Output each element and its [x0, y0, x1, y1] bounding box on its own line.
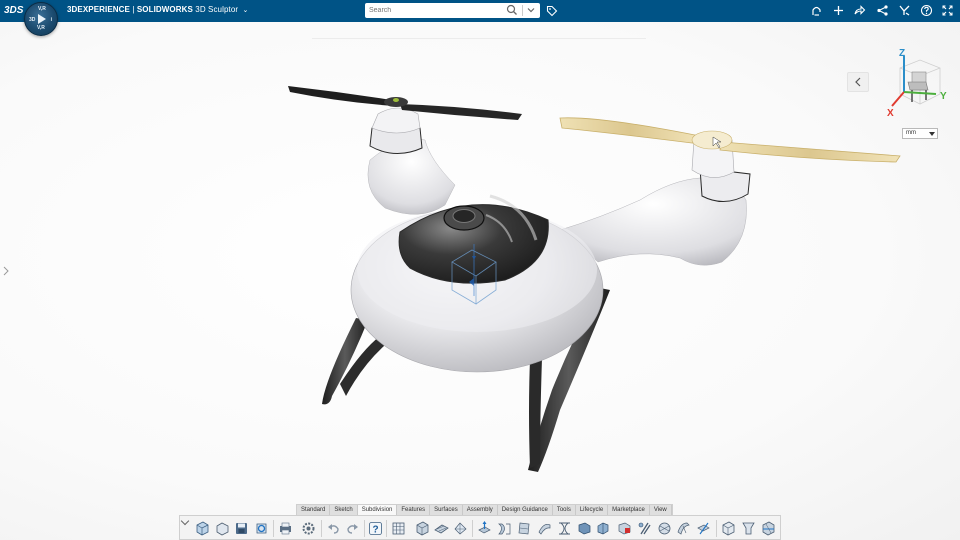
- tab-subdivision[interactable]: Subdivision: [357, 505, 398, 515]
- z-axis-label: Z: [899, 48, 905, 59]
- insert-edge-icon[interactable]: [556, 520, 573, 537]
- compass-top-label: V,R: [38, 6, 46, 12]
- refresh-icon[interactable]: [253, 520, 270, 537]
- compass-bottom-label: V,R: [37, 25, 45, 31]
- x-axis: [891, 91, 905, 107]
- toolbar-separator: [386, 520, 387, 537]
- redo-icon[interactable]: [344, 520, 361, 537]
- section-view-icon[interactable]: [760, 520, 777, 537]
- tab-view[interactable]: View: [650, 505, 672, 515]
- right-arm[interactable]: [559, 131, 751, 266]
- freeze-icon[interactable]: [675, 520, 692, 537]
- symmetry-icon[interactable]: [616, 520, 633, 537]
- tab-assembly[interactable]: Assembly: [463, 505, 498, 515]
- tab-tools[interactable]: Tools: [553, 505, 576, 515]
- toolbar-separator: [716, 520, 717, 537]
- left-arm[interactable]: [367, 107, 456, 215]
- toolbar-separator: [273, 520, 274, 537]
- help-icon[interactable]: ?: [367, 520, 384, 537]
- print-icon[interactable]: [277, 520, 294, 537]
- tab-sketch[interactable]: Sketch: [330, 505, 358, 515]
- tab-lifecycle[interactable]: Lifecycle: [576, 505, 609, 515]
- sphere-primitive-icon[interactable]: [452, 520, 469, 537]
- y-axis-label: Y: [940, 91, 947, 102]
- merge-icon[interactable]: [595, 520, 612, 537]
- svg-text:?: ?: [373, 525, 379, 536]
- split-face-icon[interactable]: [576, 520, 593, 537]
- chevron-left-icon: [855, 77, 861, 87]
- extrude-icon[interactable]: [476, 520, 493, 537]
- compass-left-label: 3D: [29, 17, 36, 23]
- open-icon[interactable]: [214, 520, 231, 537]
- compass-widget[interactable]: V,R 3D i V,R: [24, 2, 58, 36]
- x-axis-label: X: [887, 108, 894, 119]
- settings-icon[interactable]: [300, 520, 317, 537]
- tab-surfaces[interactable]: Surfaces: [430, 505, 463, 515]
- box-primitive-icon[interactable]: [414, 520, 431, 537]
- transform-icon[interactable]: [695, 520, 712, 537]
- toolbar-separator: [321, 520, 322, 537]
- chevron-right-icon[interactable]: [2, 266, 10, 276]
- collapse-panel-button[interactable]: [847, 72, 869, 92]
- toolbar-separator: [364, 520, 365, 537]
- crease-icon[interactable]: [536, 520, 553, 537]
- grid-icon[interactable]: [390, 520, 407, 537]
- drone-body[interactable]: [350, 194, 604, 373]
- toolbar-separator: [472, 520, 473, 537]
- drone-model[interactable]: [0, 0, 960, 540]
- action-bar-tabs: Standard Sketch Subdivision Features Sur…: [296, 504, 673, 515]
- save-icon[interactable]: [233, 520, 250, 537]
- y-axis: [903, 91, 937, 95]
- tab-features[interactable]: Features: [397, 505, 431, 515]
- view-cube[interactable]: Z X Y: [882, 46, 952, 120]
- plane-primitive-icon[interactable]: [433, 520, 450, 537]
- tab-standard[interactable]: Standard: [297, 505, 331, 515]
- play-icon[interactable]: [38, 14, 46, 24]
- chevron-down-icon[interactable]: [180, 516, 190, 526]
- tab-design-guidance[interactable]: Design Guidance: [498, 505, 553, 515]
- dropdown-arrow-icon: [929, 132, 935, 136]
- compass-right-label: i: [50, 17, 52, 23]
- action-bar: ?: [179, 515, 781, 540]
- display-cube-icon[interactable]: [720, 520, 737, 537]
- fill-icon[interactable]: [516, 520, 533, 537]
- new-part-icon[interactable]: [194, 520, 211, 537]
- unit-select-value: mm: [906, 130, 916, 136]
- tab-marketplace[interactable]: Marketplace: [608, 505, 650, 515]
- weld-icon[interactable]: [636, 520, 653, 537]
- bridge-icon[interactable]: [496, 520, 513, 537]
- undo-icon[interactable]: [325, 520, 342, 537]
- unit-select[interactable]: mm: [902, 128, 938, 139]
- appearance-icon[interactable]: [740, 520, 757, 537]
- smooth-sphere-icon[interactable]: [656, 520, 673, 537]
